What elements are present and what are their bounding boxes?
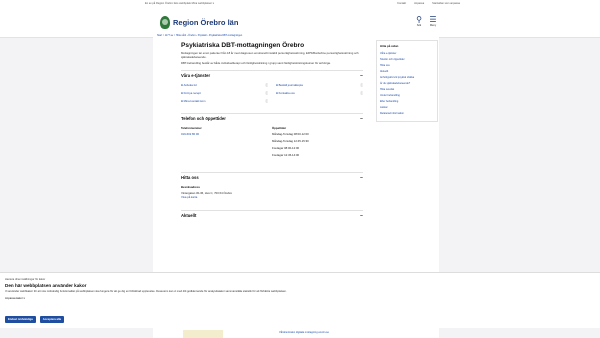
news-title: Aktuellt (181, 213, 197, 219)
find-us-details: Besöksadress Vintergatan 30-36, Hus C, 7… (181, 183, 363, 206)
toc-link[interactable]: Anhörigstöd vid psykisk ohälsa (380, 76, 434, 79)
eservice-link[interactable]: Mina kontakt kom (181, 99, 206, 103)
region-logo-icon (160, 16, 170, 29)
search-button[interactable]: ⚲ Sök (412, 15, 426, 27)
toc-link[interactable]: Hitta resultat (380, 88, 434, 91)
contact-section: Telefon och öppettider − Telefonnummer 0… (181, 112, 363, 168)
site-logo[interactable]: Region Örebro län (160, 16, 238, 29)
toc-link[interactable]: Telefon och öppettider (380, 58, 434, 61)
accept-all-button[interactable]: Acceptera alla (39, 316, 65, 323)
eservices-section: Våra e-tjänster − Avboka tid ⓘ Beställ jo… (181, 69, 363, 109)
promo-image (183, 330, 223, 338)
search-icon: ⚲ (416, 15, 422, 24)
cookie-settings-caption: Hantera dina inställningar för kakor (5, 278, 46, 281)
visit-address-label: Besöksadress (181, 184, 200, 189)
toc-link[interactable]: Efter behandling (380, 100, 434, 103)
phone-number[interactable]: 019-602 80 00 (181, 132, 272, 136)
toc-link[interactable]: Är du självskadebeteende? (380, 82, 434, 85)
eservices-title: Våra e-tjänster (181, 73, 211, 79)
hamburger-icon: ☰ (429, 15, 437, 24)
cookie-buttons: Endast nödvändiga Acceptera alla (5, 316, 65, 323)
contact-details: Telefonnummer 019-602 80 00 Öppettider M… (181, 124, 363, 168)
collapse-icon: − (360, 72, 363, 79)
info-icon[interactable]: ⓘ (265, 91, 268, 95)
toc-link[interactable]: Länkar (380, 106, 434, 109)
footer-link[interactable]: Vårdcentralen digitala mottagning enolm.… (279, 331, 329, 334)
info-icon[interactable]: ⓘ (360, 83, 363, 87)
eservice-item[interactable]: Beställ journalkopia ⓘ (276, 83, 363, 87)
news-section: Aktuellt − (181, 209, 363, 221)
necessary-only-button[interactable]: Endast nödvändiga (5, 316, 36, 323)
find-us-title: Hitta oss (181, 175, 199, 181)
hours-row: Fredagar 12:45-14:00 (272, 152, 300, 157)
eservices-header[interactable]: Våra e-tjänster − (181, 71, 363, 81)
topbar-home-link[interactable]: Startsidan som anpassa (432, 2, 460, 5)
contact-title: Telefon och öppettider (181, 116, 226, 122)
hours-row: Måndag-Torsdag 08:00-12:00 (272, 131, 309, 136)
eservice-link[interactable]: Kontakta oss (276, 91, 295, 95)
topbar-customize-link[interactable]: Anpassa (414, 2, 424, 5)
top-utility-bar: En av på Region Örebro läns webbplats Mi… (0, 0, 600, 8)
news-header[interactable]: Aktuellt − (181, 211, 363, 221)
phone-column: Telefonnummer 019-602 80 00 (181, 126, 272, 160)
collapse-icon: − (360, 115, 363, 122)
eservice-link[interactable]: Avboka tid (181, 83, 197, 87)
eservice-item[interactable]: Avboka tid ⓘ (181, 83, 268, 87)
adjust-cookies-toggle[interactable]: Anpassa kakor ▾ (5, 296, 595, 300)
contact-header[interactable]: Telefon och öppettider − (181, 114, 363, 124)
page-intro: Mottagningen tar emot patienter från 18 … (181, 51, 361, 66)
cookie-title: Den här webbplatsen använder kakor (5, 283, 87, 288)
menu-label: Meny (429, 24, 437, 27)
info-icon[interactable]: ⓘ (265, 83, 268, 87)
search-label: Sök (416, 24, 422, 27)
eservice-item[interactable]: Förnya recept ⓘ (181, 91, 268, 95)
phone-label: Telefonnummer (181, 125, 202, 130)
topbar-contact-link[interactable]: Kontakt (397, 2, 406, 5)
eservices-list: Avboka tid ⓘ Beställ journalkopia ⓘ Förnya… (181, 81, 363, 109)
topbar-text: En av på Region Örebro läns webbplats (145, 2, 191, 5)
toc-link[interactable]: Aktuellt (380, 70, 434, 73)
page-toc: Hitta på sidan Våra e-tjänster Telefon o… (376, 40, 438, 122)
hours-column: Öppettider Måndag-Torsdag 08:00-12:00 Må… (272, 126, 363, 160)
find-us-header[interactable]: Hitta oss − (181, 173, 363, 183)
cookie-description: Vi använder webbkakor för att viss nödvä… (5, 290, 287, 293)
toc-title: Hitta på sidan (380, 44, 399, 48)
eservice-item[interactable]: Kontakta oss ⓘ (276, 91, 363, 95)
toc-link[interactable]: Under behandling (380, 94, 434, 97)
hours-label: Öppettider (272, 125, 287, 130)
find-us-section: Hitta oss − Besöksadress Vintergatan 30-… (181, 171, 363, 206)
eservice-link[interactable]: Beställ journalkopia (276, 83, 303, 87)
intro-paragraph-2: DBT-behandling består av både individuel… (181, 61, 331, 66)
visit-address: Vintergatan 30-36, Hus C, 703 64 Örebro (181, 190, 233, 195)
intro-paragraph-1: Mottagningen tar emot patienter från 18 … (181, 51, 359, 59)
eservice-item[interactable]: Mina kontakt kom ⓘ (181, 99, 268, 103)
toc-link[interactable]: Våra e-tjänster (380, 52, 434, 55)
site-selector[interactable]: Mina webbplatser ▾ (192, 2, 214, 5)
hours-row: Måndag-Torsdag 12:45-15:30 (272, 138, 309, 143)
hours-row: Fredagar 08:00-12:00 (272, 145, 300, 150)
collapse-icon: − (360, 174, 363, 181)
info-icon[interactable]: ⓘ (265, 99, 268, 103)
menu-button[interactable]: ☰ Meny (426, 15, 440, 27)
breadcrumb[interactable]: Start > 1177.se > Hitta vård › Örebro › … (157, 34, 435, 37)
cookie-banner: Hantera dina inställningar för kakor Den… (0, 272, 600, 328)
map-link[interactable]: Visa på karta (181, 195, 197, 199)
toc-link[interactable]: Relaterad information (380, 112, 434, 115)
info-icon[interactable]: ⓘ (360, 91, 363, 95)
site-name: Region Örebro län (173, 18, 239, 27)
eservice-link[interactable]: Förnya recept (181, 91, 201, 95)
toc-link[interactable]: Hitta oss (380, 64, 434, 67)
collapse-icon: − (360, 212, 363, 219)
